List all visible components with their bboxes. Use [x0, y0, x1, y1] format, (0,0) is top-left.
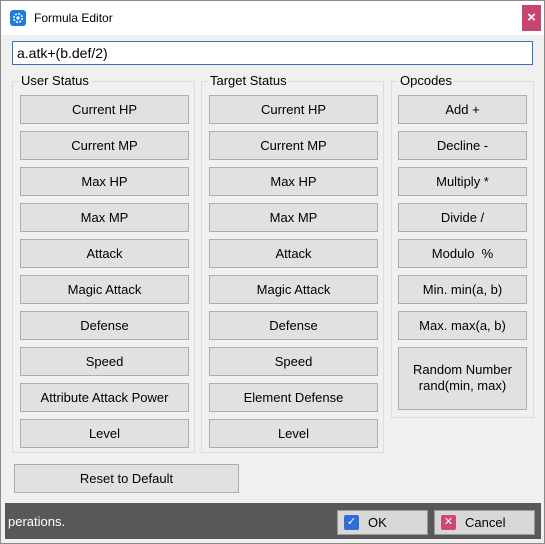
random-function-label: rand(min, max) — [418, 378, 507, 393]
decline-button[interactable]: Decline - — [398, 131, 527, 160]
multiply-button[interactable]: Multiply * — [398, 167, 527, 196]
reset-to-default-button[interactable]: Reset to Default — [14, 464, 239, 493]
target-level-button[interactable]: Level — [209, 419, 378, 448]
target-current-hp-button[interactable]: Current HP — [209, 95, 378, 124]
ok-label: OK — [368, 515, 387, 530]
user-magic-attack-button[interactable]: Magic Attack — [20, 275, 189, 304]
target-max-mp-button[interactable]: Max MP — [209, 203, 378, 232]
target-max-hp-button[interactable]: Max HP — [209, 167, 378, 196]
target-defense-button[interactable]: Defense — [209, 311, 378, 340]
target-speed-button[interactable]: Speed — [209, 347, 378, 376]
formula-input[interactable] — [12, 41, 533, 65]
ok-button[interactable]: ✓ OK — [337, 510, 428, 535]
status-text: perations. — [8, 514, 66, 529]
target-element-defense-button[interactable]: Element Defense — [209, 383, 378, 412]
user-current-mp-button[interactable]: Current MP — [20, 131, 189, 160]
opcodes-label: Opcodes — [398, 73, 455, 88]
window-title: Formula Editor — [34, 11, 113, 25]
user-max-hp-button[interactable]: Max HP — [20, 167, 189, 196]
random-number-button[interactable]: Random Number rand(min, max) — [398, 347, 527, 410]
modulo-button[interactable]: Modulo % — [398, 239, 527, 268]
target-magic-attack-button[interactable]: Magic Attack — [209, 275, 378, 304]
cancel-x-icon: ✕ — [441, 515, 456, 530]
status-bar: perations. ✓ OK ✕ Cancel — [5, 503, 541, 539]
user-status-label: User Status — [19, 73, 91, 88]
user-defense-button[interactable]: Defense — [20, 311, 189, 340]
add-button[interactable]: Add + — [398, 95, 527, 124]
app-gear-icon — [10, 10, 26, 26]
title-bar: Formula Editor × — [1, 1, 544, 35]
user-max-mp-button[interactable]: Max MP — [20, 203, 189, 232]
user-speed-button[interactable]: Speed — [20, 347, 189, 376]
random-number-label: Random Number — [413, 362, 512, 377]
target-current-mp-button[interactable]: Current MP — [209, 131, 378, 160]
formula-editor-window: Formula Editor × User Status Current HP … — [0, 0, 545, 544]
cancel-label: Cancel — [465, 515, 506, 530]
target-attack-button[interactable]: Attack — [209, 239, 378, 268]
user-attack-button[interactable]: Attack — [20, 239, 189, 268]
cancel-button[interactable]: ✕ Cancel — [434, 510, 535, 535]
close-button[interactable]: × — [522, 5, 541, 31]
user-current-hp-button[interactable]: Current HP — [20, 95, 189, 124]
checkmark-icon: ✓ — [344, 515, 359, 530]
divide-button[interactable]: Divide / — [398, 203, 527, 232]
min-button[interactable]: Min. min(a, b) — [398, 275, 527, 304]
max-button[interactable]: Max. max(a, b) — [398, 311, 527, 340]
target-status-label: Target Status — [208, 73, 289, 88]
user-level-button[interactable]: Level — [20, 419, 189, 448]
user-attribute-attack-power-button[interactable]: Attribute Attack Power — [20, 383, 189, 412]
